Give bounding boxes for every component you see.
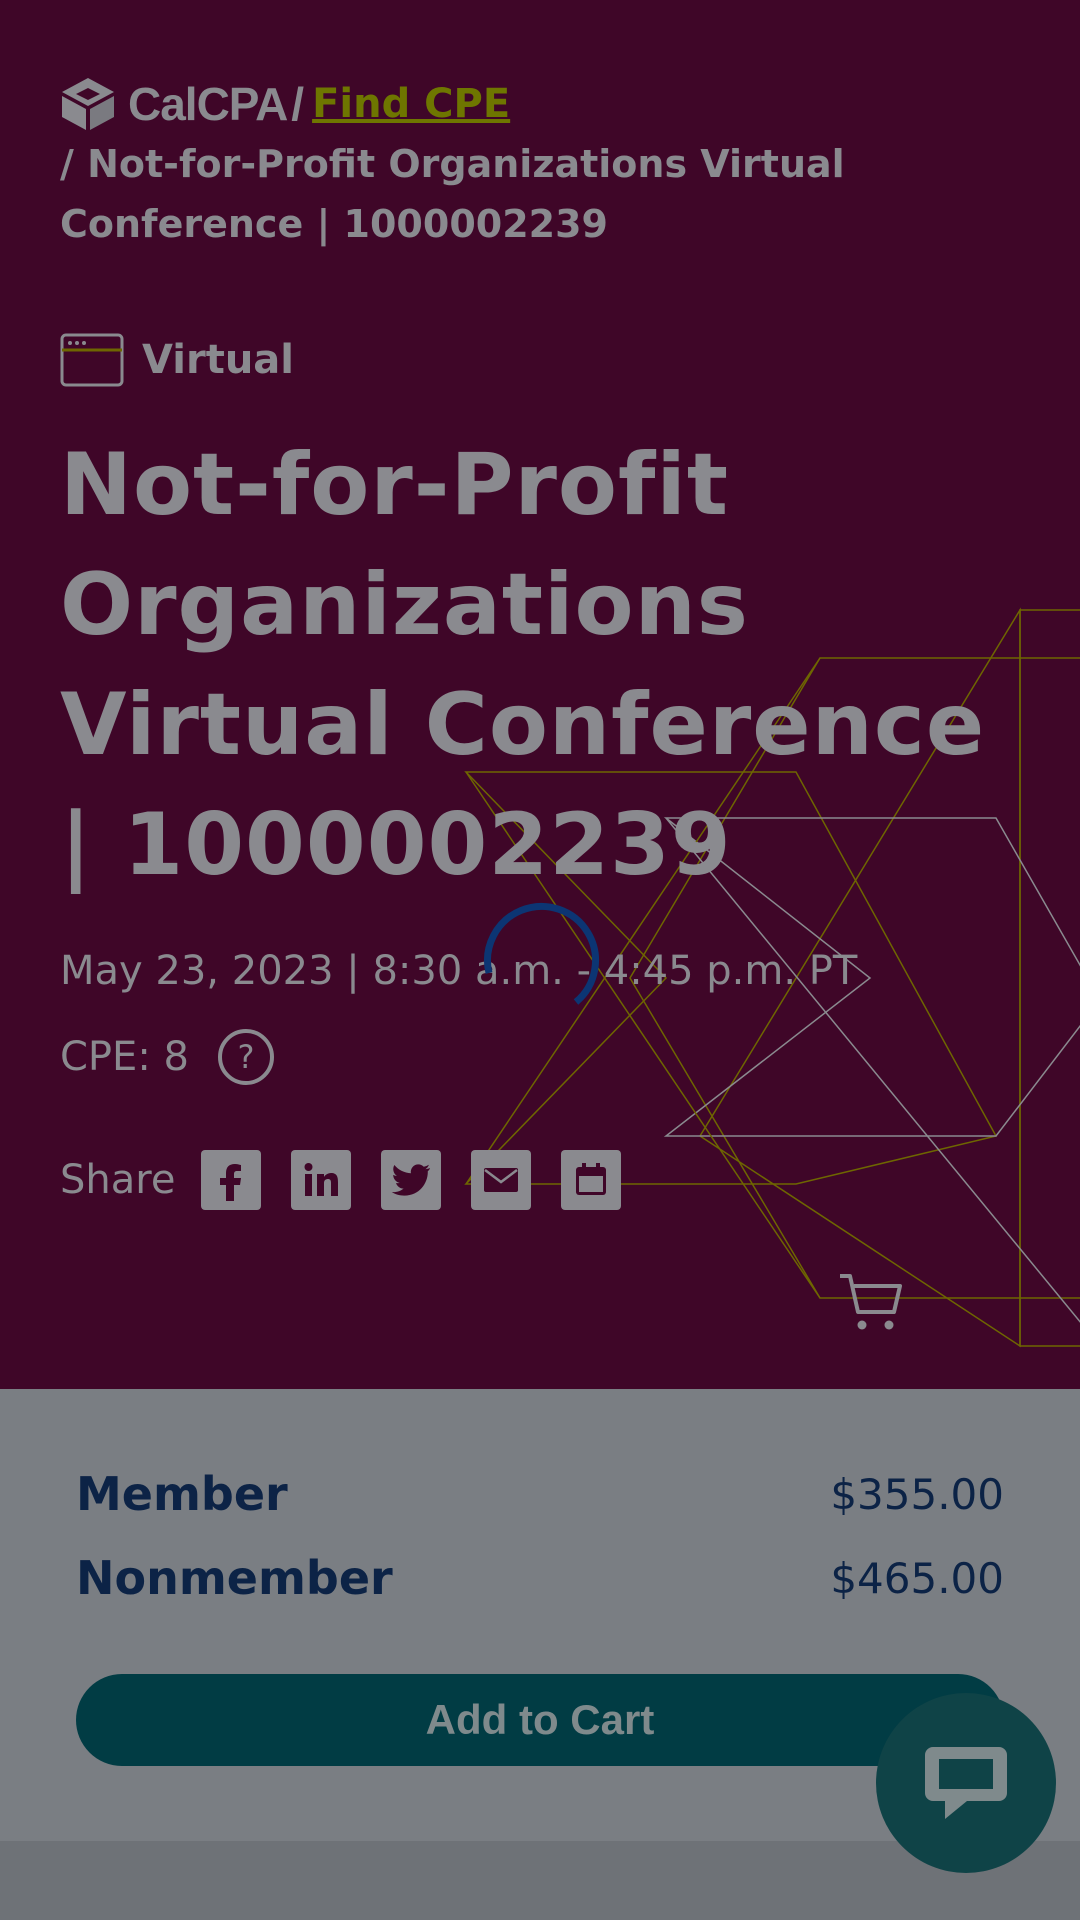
share-email-button[interactable] <box>471 1150 532 1210</box>
breadcrumb: CalCPA / Find CPE / Not-for-Profit Organ… <box>60 76 1020 254</box>
share-bar: Share <box>60 1150 651 1210</box>
format-label: Virtual <box>142 337 294 383</box>
nonmember-price: $465.00 <box>830 1553 1004 1603</box>
help-icon[interactable]: ? <box>217 1028 275 1086</box>
page-title: Not-for-Profit Organizations Virtual Con… <box>60 435 986 895</box>
cpe-value: CPE: 8 <box>60 1034 189 1080</box>
nonmember-price-row: Nonmember $465.00 <box>76 1551 1004 1605</box>
breadcrumb-separator: / <box>291 78 305 130</box>
cpe-credits: CPE: 8 ? <box>60 1028 275 1086</box>
find-cpe-link[interactable]: Find CPE <box>312 81 510 127</box>
share-twitter-button[interactable] <box>381 1150 442 1210</box>
linkedin-icon <box>304 1163 339 1196</box>
browser-window-icon <box>60 333 124 387</box>
breadcrumb-current-page: / Not-for-Profit Organizations Virtual C… <box>60 142 845 246</box>
member-price: $355.00 <box>830 1469 1004 1519</box>
chat-button[interactable] <box>876 1693 1056 1873</box>
svg-text:?: ? <box>237 1038 254 1076</box>
cart-icon[interactable] <box>838 1272 904 1334</box>
nonmember-label: Nonmember <box>76 1551 393 1605</box>
event-hero: CalCPA / Find CPE / Not-for-Profit Organ… <box>0 0 1080 1389</box>
share-calendar-button[interactable] <box>561 1150 622 1210</box>
event-format: Virtual <box>60 333 294 387</box>
member-label: Member <box>76 1467 288 1521</box>
logo-text[interactable]: CalCPA <box>128 77 288 131</box>
share-label: Share <box>60 1157 176 1203</box>
event-date-time: May 23, 2023 | 8:30 a.m. - 4:45 p.m. PT <box>60 948 858 994</box>
calendar-icon <box>576 1163 607 1195</box>
twitter-icon <box>392 1164 431 1196</box>
share-linkedin-button[interactable] <box>291 1150 352 1210</box>
share-facebook-button[interactable] <box>201 1150 262 1210</box>
member-price-row: Member $355.00 <box>76 1467 1004 1521</box>
loading-spinner-icon <box>484 902 600 1005</box>
email-icon <box>484 1168 519 1192</box>
chat-bubble-icon <box>925 1747 1007 1819</box>
add-to-cart-button[interactable]: Add to Cart <box>76 1674 1004 1766</box>
calcpa-logo-icon <box>62 78 114 130</box>
facebook-icon <box>220 1164 242 1201</box>
